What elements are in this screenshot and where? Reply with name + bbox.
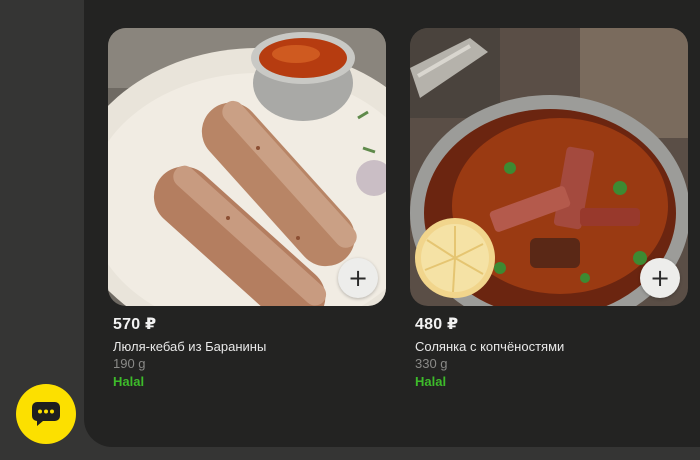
- product-name: Люля-кебаб из Баранины: [113, 339, 267, 354]
- add-to-cart-button[interactable]: +: [640, 258, 680, 298]
- solyanka-photo[interactable]: +: [410, 28, 688, 306]
- plus-icon: +: [649, 264, 671, 292]
- lula-kebab-photo[interactable]: +: [108, 28, 386, 306]
- product-card[interactable]: + 480 ₽ Солянка с копчёностями 330 g Hal…: [410, 28, 688, 389]
- product-name: Солянка с копчёностями: [415, 339, 565, 354]
- product-price: 480 ₽: [415, 316, 459, 333]
- product-price: 570 ₽: [113, 316, 157, 333]
- halal-badge: Halal: [415, 374, 447, 389]
- product-weight: 330 g: [415, 356, 448, 371]
- plus-icon: +: [347, 264, 369, 292]
- product-card[interactable]: + 570 ₽ Люля-кебаб из Баранины 190 g Hal…: [108, 28, 386, 389]
- product-weight: 190 g: [113, 356, 146, 371]
- halal-badge: Halal: [113, 374, 145, 389]
- add-to-cart-button[interactable]: +: [338, 258, 378, 298]
- chat-icon: [32, 402, 60, 426]
- support-chat-button[interactable]: [16, 384, 76, 444]
